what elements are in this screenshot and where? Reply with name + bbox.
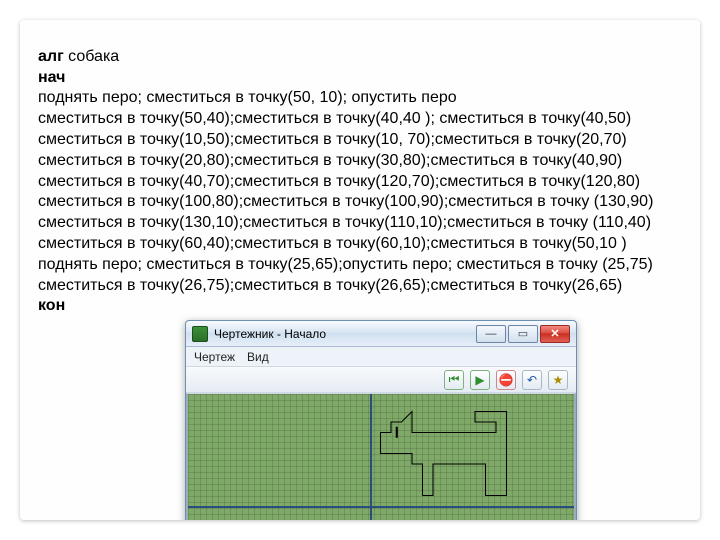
code-block: алг собака нач поднять перо; сместиться … [38,26,682,338]
code-line: сместиться в точку(60,40);сместиться в т… [38,235,627,252]
code-line: сместиться в точку(50,40);сместиться в т… [38,110,631,127]
kw-kon: кон [38,297,65,314]
undo-button[interactable]: ↶ [522,370,542,390]
titlebar[interactable]: Чертежник - Начало — ▭ ✕ [186,321,576,347]
first-button[interactable]: ⏮ [444,370,464,390]
window-title: Чертежник - Начало [214,327,470,341]
drawer-window: Чертежник - Начало — ▭ ✕ Чертеж Вид ⏮ ▶ … [185,320,577,520]
code-line: сместиться в точку(20,80);сместиться в т… [38,152,622,169]
kw-nach: нач [38,69,65,86]
menu-view[interactable]: Вид [247,350,269,364]
canvas[interactable] [186,393,576,520]
code-line: сместиться в точку(26,75);сместиться в т… [38,277,622,294]
alg-name: собака [64,48,119,65]
code-line: сместиться в точку(100,80);сместиться в … [38,193,653,210]
close-button[interactable]: ✕ [540,325,570,343]
code-line: сместиться в точку(10,50);сместиться в т… [38,131,627,148]
code-line: поднять перо; сместиться в точку(25,65);… [38,256,653,273]
toolbar: ⏮ ▶ ⛔ ↶ ★ [186,367,576,393]
star-button[interactable]: ★ [548,370,568,390]
minimize-button[interactable]: — [476,325,506,343]
menu-drawing[interactable]: Чертеж [194,350,235,364]
kw-alg: алг [38,48,64,65]
maximize-button[interactable]: ▭ [508,325,538,343]
window-buttons: — ▭ ✕ [476,325,570,343]
code-line: сместиться в точку(40,70);сместиться в т… [38,173,640,190]
drawn-figure [188,394,576,520]
play-button[interactable]: ▶ [470,370,490,390]
stop-button[interactable]: ⛔ [496,370,516,390]
app-icon [192,326,208,342]
slide-frame: алг собака нач поднять перо; сместиться … [20,20,700,520]
code-line: сместиться в точку(130,10);сместиться в … [38,214,651,231]
menubar: Чертеж Вид [186,347,576,367]
code-line: поднять перо; сместиться в точку(50, 10)… [38,89,457,106]
